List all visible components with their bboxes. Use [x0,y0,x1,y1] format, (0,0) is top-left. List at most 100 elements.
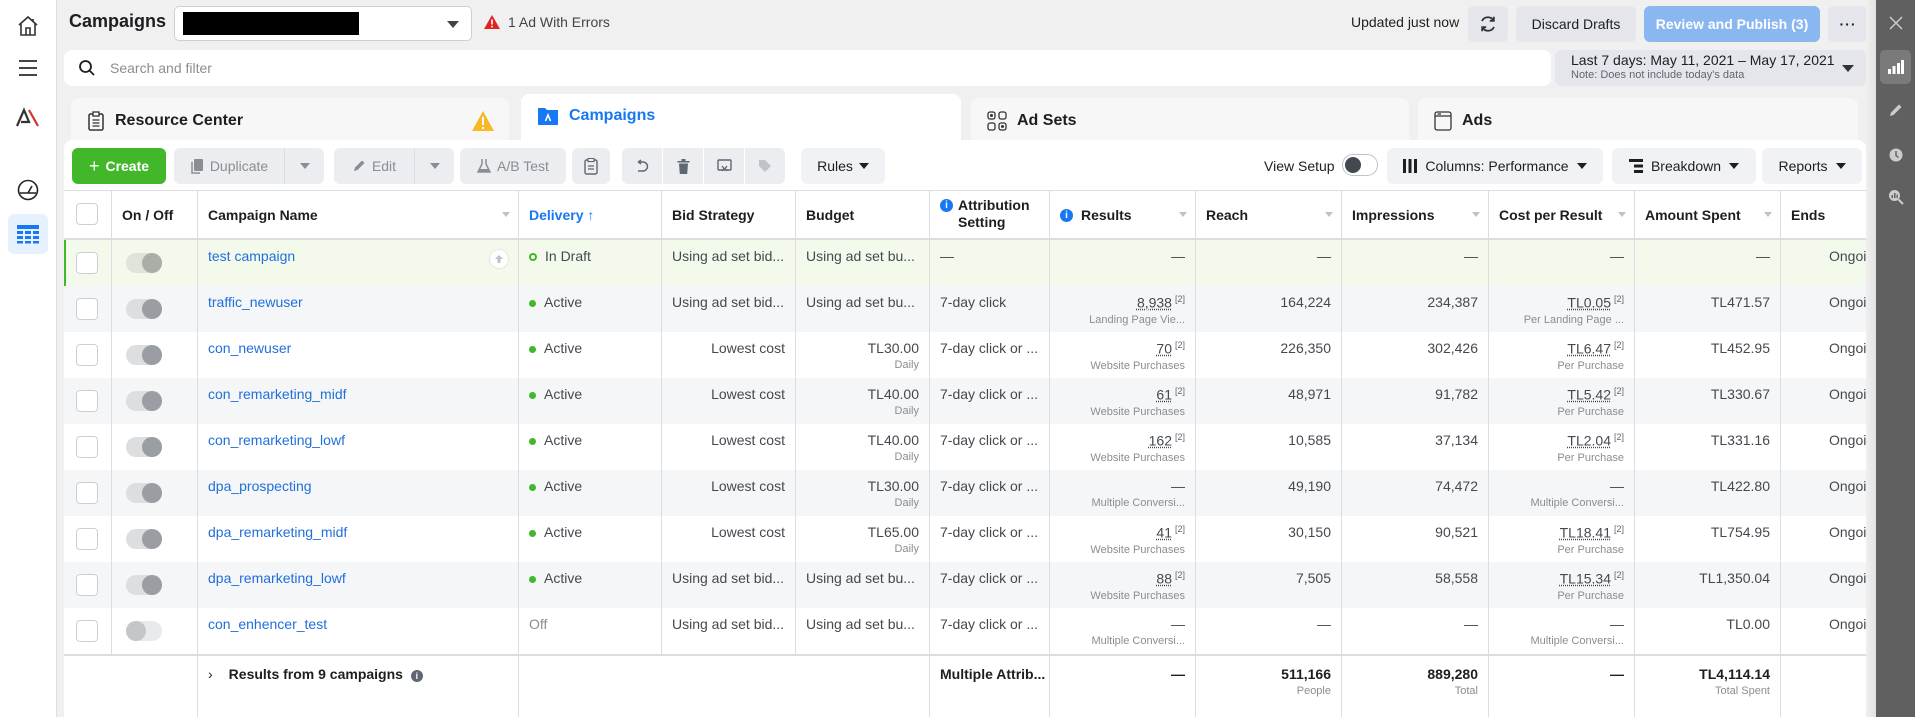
campaign-on-off-toggle[interactable] [126,529,162,549]
campaign-on-off-toggle[interactable] [126,345,162,365]
row-checkbox[interactable] [76,436,98,458]
row-checkbox[interactable] [76,298,98,320]
table-row[interactable]: dpa_remarketing_midf Active Lowest cost TL6… [64,516,1866,562]
scrollbar-track[interactable] [1866,0,1876,717]
row-checkbox[interactable] [76,620,98,642]
preview-button[interactable] [704,148,744,184]
table-row[interactable]: test campaign In Draft Using ad set bid...… [64,240,1866,286]
campaign-on-off-toggle[interactable] [126,391,162,411]
cost-per-result-value[interactable]: TL5.42 [1567,387,1611,403]
campaign-on-off-toggle[interactable] [126,575,162,595]
home-icon[interactable] [8,6,48,46]
cost-per-result-value[interactable]: TL15.34 [1560,571,1611,587]
campaign-name-link[interactable]: con_enhencer_test [208,616,327,632]
cost-per-result-value[interactable]: TL2.04 [1567,433,1611,449]
tab-ads[interactable]: Ads [1418,98,1858,144]
campaign-name-link[interactable]: dpa_remarketing_lowf [208,570,346,586]
select-all-checkbox[interactable] [76,203,98,225]
results-value[interactable]: 162 [1149,433,1172,449]
edit-button[interactable]: Edit [334,148,414,184]
header-results[interactable]: i Results [1050,191,1196,239]
header-ends[interactable]: Ends [1781,191,1866,239]
refresh-button[interactable] [1468,6,1508,42]
campaign-on-off-toggle[interactable] [126,437,162,457]
campaign-name-link[interactable]: con_remarketing_lowf [208,432,345,448]
table-row[interactable]: dpa_prospecting Active Lowest cost TL30.00 D… [64,470,1866,516]
info-icon[interactable]: i [410,670,423,682]
duplicate-dropdown-button[interactable] [284,148,324,184]
campaign-on-off-toggle[interactable] [126,621,162,641]
review-and-publish-button[interactable]: Review and Publish (3) [1644,6,1820,42]
results-value[interactable]: 88 [1156,571,1172,587]
delete-button[interactable] [663,148,703,184]
campaign-name-link[interactable]: dpa_remarketing_midf [208,524,347,540]
brand-logo-icon[interactable] [8,97,48,137]
row-checkbox[interactable] [76,574,98,596]
header-delivery[interactable]: Delivery ↑ [519,191,662,239]
tag-button[interactable] [745,148,785,184]
header-bid-strategy[interactable]: Bid Strategy [662,191,796,239]
header-attribution-setting[interactable]: i Attribution Setting [930,191,1050,239]
campaign-name-link[interactable]: test campaign [208,248,295,264]
campaign-name-link[interactable]: con_remarketing_midf [208,386,347,402]
row-checkbox[interactable] [76,528,98,550]
menu-icon[interactable] [8,48,48,88]
chevron-right-icon[interactable]: › [208,666,213,682]
header-reach[interactable]: Reach [1196,191,1342,239]
more-options-button[interactable]: ··· [1828,6,1868,42]
info-icon[interactable]: i [1060,208,1073,222]
header-cost-per-result[interactable]: Cost per Result [1489,191,1635,239]
tab-resource-center[interactable]: Resource Center [71,98,509,144]
table-row[interactable]: con_enhencer_test Off Using ad set bid... U… [64,608,1866,654]
table-row[interactable]: traffic_newuser Active Using ad set bid...… [64,286,1866,332]
ads-manager-table-icon[interactable] [8,214,48,254]
charts-icon[interactable] [1880,50,1911,84]
publish-arrow-icon[interactable] [490,250,508,268]
table-row[interactable]: con_newuser Active Lowest cost TL30.00 Daily… [64,332,1866,378]
header-campaign-name[interactable]: Campaign Name [198,191,519,239]
cost-per-result-value[interactable]: TL18.41 [1560,525,1611,541]
table-row[interactable]: con_remarketing_midf Active Lowest cost TL4… [64,378,1866,424]
discard-drafts-button[interactable]: Discard Drafts [1516,6,1636,42]
cost-per-result-value[interactable]: TL0.05 [1567,295,1611,311]
campaign-on-off-toggle[interactable] [126,299,162,319]
create-button[interactable]: + Create [72,148,166,184]
inspect-search-icon[interactable] [1880,180,1911,214]
breakdown-button[interactable]: Breakdown [1612,148,1756,184]
tab-ad-sets[interactable]: Ad Sets [971,98,1409,144]
campaign-on-off-toggle[interactable] [126,483,162,503]
search-input[interactable] [110,60,1410,76]
view-setup-toggle[interactable] [1342,154,1378,176]
clipboard-button[interactable] [572,148,610,184]
date-range-picker[interactable]: Last 7 days: May 11, 2021 – May 17, 2021… [1555,50,1866,86]
columns-button[interactable]: Columns: Performance [1387,148,1603,184]
reports-button[interactable]: Reports [1762,148,1862,184]
header-impressions[interactable]: Impressions [1342,191,1489,239]
dashboard-gauge-icon[interactable] [8,170,48,210]
campaign-name-link[interactable]: traffic_newuser [208,294,303,310]
table-row[interactable]: dpa_remarketing_lowf Active Using ad set b… [64,562,1866,608]
history-clock-icon[interactable] [1880,138,1911,172]
rules-button[interactable]: Rules [801,148,885,184]
results-value[interactable]: 61 [1156,387,1172,403]
undo-button[interactable] [622,148,662,184]
ad-errors-link[interactable]: 1 Ad With Errors [484,14,610,30]
row-checkbox[interactable] [76,482,98,504]
header-budget[interactable]: Budget [796,191,930,239]
info-icon[interactable]: i [940,199,953,212]
campaign-name-link[interactable]: dpa_prospecting [208,478,312,494]
results-value[interactable]: 8,938 [1137,295,1172,311]
edit-dropdown-button[interactable] [414,148,454,184]
results-value[interactable]: 70 [1156,341,1172,357]
table-row[interactable]: con_remarketing_lowf Active Lowest cost TL4… [64,424,1866,470]
close-icon[interactable] [1880,6,1911,40]
duplicate-button[interactable]: Duplicate [174,148,284,184]
pencil-icon[interactable] [1880,93,1911,127]
ad-account-selector[interactable] [174,6,472,41]
row-checkbox[interactable] [76,390,98,412]
row-checkbox[interactable] [76,344,98,366]
tab-campaigns[interactable]: Campaigns [521,94,961,146]
header-on-off[interactable]: On / Off [112,191,198,239]
ab-test-button[interactable]: A/B Test [460,148,566,184]
cost-per-result-value[interactable]: TL6.47 [1567,341,1611,357]
